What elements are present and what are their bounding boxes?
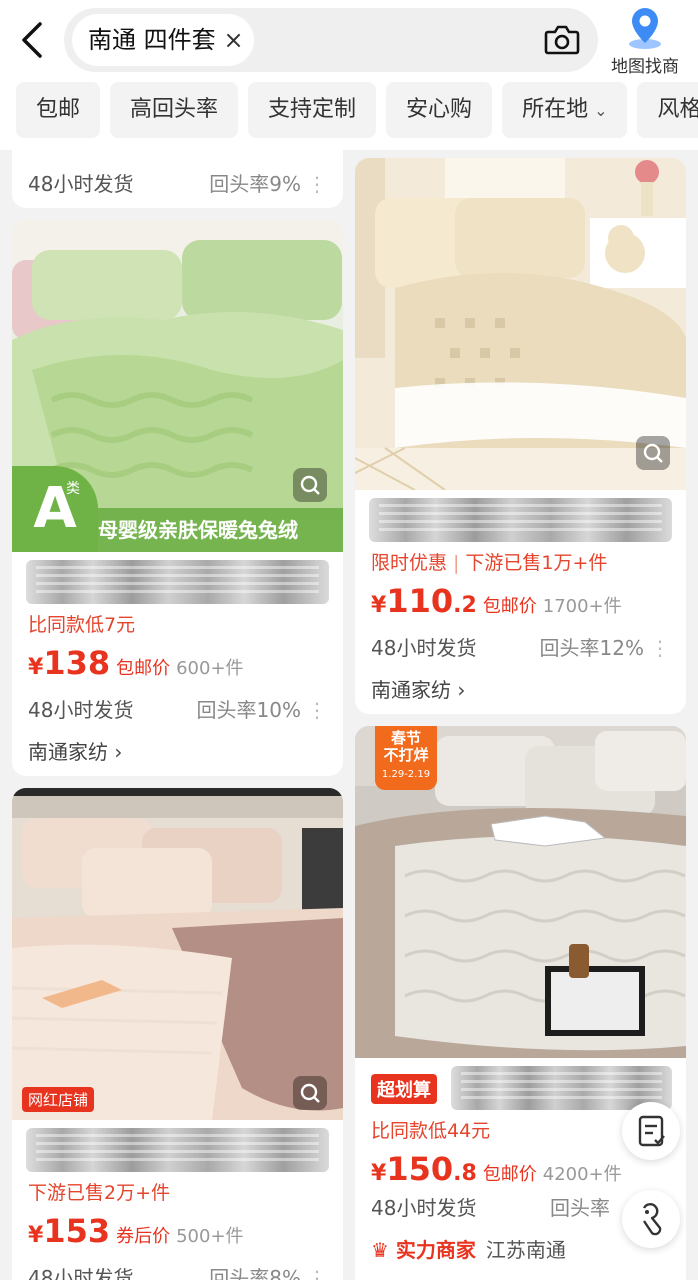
product-photo-pink-bedding	[12, 788, 343, 1120]
product-image[interactable]: 春节 不打烊 1.29-2.19	[355, 726, 686, 1058]
promo-limited: 限时优惠	[371, 552, 448, 574]
product-image[interactable]: 网红店铺	[12, 788, 343, 1120]
promo-line: 比同款低7元	[28, 614, 136, 636]
super-deal-tag: 超划算	[371, 1074, 437, 1104]
feedback-button[interactable]	[622, 1102, 680, 1160]
filter-free-shipping[interactable]: 包邮	[16, 82, 101, 138]
influencer-shop-tag: 网红店铺	[22, 1087, 95, 1112]
promo-line: 下游已售2万+件	[28, 1182, 171, 1204]
price: ¥110.2	[371, 582, 477, 620]
ship-time: 48小时发货	[28, 172, 134, 196]
feedback-icon	[638, 1115, 665, 1147]
ship-time: 48小时发货	[28, 1266, 134, 1280]
price-note: 包邮价	[116, 658, 171, 679]
filter-customizable[interactable]: 支持定制	[248, 82, 377, 138]
price: ¥153	[28, 1212, 111, 1250]
ship-info-row: 48小时发货 回头率10% ⋮	[28, 694, 327, 723]
sold-count: 4200+件	[542, 1164, 622, 1185]
store-name: 南通家纺	[28, 740, 108, 764]
price-row: ¥153 券后价 500+件	[28, 1212, 327, 1250]
more-icon[interactable]: ⋮	[307, 698, 327, 722]
filter-bar: 包邮 高回头率 支持定制 安心购 所在地 ⌄ 风格	[16, 82, 698, 140]
price-row: ¥138 包邮价 600+件	[28, 644, 327, 682]
chevron-right-icon: ›	[114, 740, 123, 764]
crown-icon: ♛	[371, 1238, 389, 1262]
return-rate: 回头率9%	[209, 172, 301, 196]
price-row: ¥110.2 包邮价 1700+件	[371, 582, 670, 620]
map-pin-icon	[629, 8, 661, 49]
ship-info-row: 48小时发货 回头率9% ⋮	[28, 168, 327, 197]
map-find-merchant[interactable]: 地图找商	[602, 6, 688, 77]
image-search-icon[interactable]	[293, 468, 327, 502]
filter-location[interactable]: 所在地 ⌄	[502, 82, 628, 138]
return-rate: 回头率8%	[209, 1266, 301, 1280]
filter-location-label: 所在地	[522, 97, 589, 122]
product-feature-text: 母婴级亲肤保暖兔兔绒	[98, 518, 298, 542]
price-note: 包邮价	[482, 1164, 537, 1185]
image-search-icon[interactable]	[636, 436, 670, 470]
store-link[interactable]: 南通家纺 ›	[371, 674, 670, 703]
store-name: 南通家纺	[371, 678, 451, 702]
redacted-title	[26, 1128, 329, 1172]
filter-style[interactable]: 风格	[637, 82, 698, 138]
filter-safe-buy[interactable]: 安心购	[386, 82, 493, 138]
return-rate: 回头率12%	[539, 636, 644, 660]
search-query-text: 南通 四件套	[88, 26, 216, 54]
search-header: 南通 四件套 × 地图找商 包邮 高回头率 支持定制 安心购 所在地 ⌄ 风格	[0, 0, 698, 150]
redacted-title	[369, 498, 672, 542]
map-label: 地图找商	[611, 57, 679, 77]
merchant-region: 江苏南通	[485, 1238, 566, 1262]
search-query-chip[interactable]: 南通 四件套 ×	[72, 14, 254, 66]
product-image[interactable]: 母婴级亲肤保暖兔兔绒 A 类	[12, 220, 343, 552]
product-card-green[interactable]: 母婴级亲肤保暖兔兔绒 A 类 比同款低7元 ¥138 包邮价 600+件 48小时发…	[12, 220, 343, 776]
product-card-pink[interactable]: 网红店铺 下游已售2万+件 ¥153 券后价 500+件 48小时发货 回头率8% ⋮	[12, 788, 343, 1280]
ship-time: 48小时发货	[371, 1196, 477, 1220]
store-link[interactable]: 南通家纺 ›	[28, 736, 327, 765]
sold-count: 600+件	[176, 658, 244, 679]
image-search-icon[interactable]	[293, 1076, 327, 1110]
more-icon[interactable]: ⋮	[650, 636, 670, 660]
sold-count: 1700+件	[542, 596, 622, 617]
service-bot-icon	[642, 1203, 662, 1236]
deal-tag-row: 超划算	[371, 1074, 670, 1104]
price-note: 包邮价	[482, 596, 537, 617]
ship-info-row: 48小时发货 回头率12% ⋮	[371, 632, 670, 661]
festival-badge: 春节 不打烊 1.29-2.19	[375, 726, 437, 790]
customer-service-button[interactable]	[622, 1190, 680, 1248]
ship-info-row: 48小时发货 回头率8% ⋮	[28, 1262, 327, 1280]
more-icon[interactable]: ⋮	[307, 1266, 327, 1280]
power-merchant-badge: ♛ 实力商家	[371, 1238, 476, 1262]
filter-high-return-rate[interactable]: 高回头率	[110, 82, 239, 138]
grade-a-sub: 类	[66, 481, 80, 497]
price: ¥138	[28, 644, 111, 682]
clear-query-icon[interactable]: ×	[224, 14, 244, 66]
price: ¥150.8	[371, 1150, 477, 1188]
ship-time: 48小时发货	[371, 636, 477, 660]
promo-downstream-sold: 下游已售1万+件	[465, 552, 608, 574]
redacted-title	[26, 560, 329, 604]
back-arrow-icon[interactable]	[18, 20, 48, 60]
return-rate: 回头率10%	[196, 698, 301, 722]
return-rate: 回头率	[550, 1196, 610, 1220]
grade-a-badge: A	[12, 466, 98, 552]
price-note: 券后价	[116, 1226, 171, 1247]
chevron-right-icon: ›	[457, 678, 466, 702]
product-image[interactable]	[355, 158, 686, 490]
ship-time: 48小时发货	[28, 698, 134, 722]
more-icon[interactable]: ⋮	[307, 172, 327, 196]
product-card-cream[interactable]: 限时优惠 | 下游已售1万+件 ¥110.2 包邮价 1700+件 48小时发货 回头率…	[355, 158, 686, 714]
camera-icon[interactable]	[544, 23, 580, 57]
promo-line: 限时优惠 | 下游已售1万+件	[371, 552, 608, 574]
chevron-down-icon: ⌄	[594, 101, 608, 120]
search-bar[interactable]: 南通 四件套 ×	[64, 8, 598, 72]
sold-count: 500+件	[176, 1226, 244, 1247]
